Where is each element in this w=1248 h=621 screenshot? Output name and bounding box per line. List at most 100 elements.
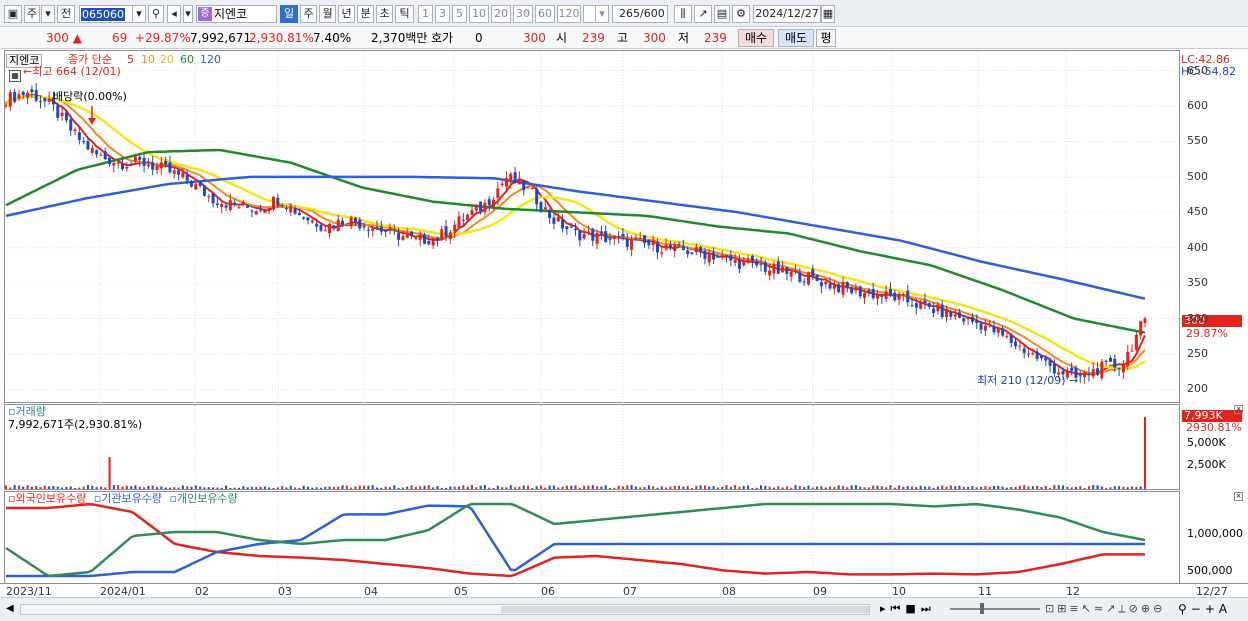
volume-bar [583, 485, 586, 489]
volume-bar [708, 486, 711, 489]
calculator-icon[interactable]: ▦ [9, 70, 21, 82]
zoom-icons[interactable]: ⚲−+A [1178, 602, 1231, 616]
volume-bar [112, 485, 115, 489]
volume-bar [647, 485, 650, 489]
volume-bar [876, 485, 879, 489]
candle-body [733, 259, 737, 263]
candle-body [686, 250, 690, 255]
candle-body [772, 264, 776, 274]
volume-bar [225, 485, 228, 489]
ma-5-label: 5 [127, 53, 134, 66]
x-axis: 2023/11 2024/01 02 03 04 05 06 07 08 09 … [0, 583, 1248, 598]
panel-close-icon[interactable]: × [1234, 405, 1243, 414]
candle-body [457, 216, 461, 228]
candle-body [871, 288, 875, 299]
volume-bar [358, 485, 361, 489]
candle-body [1070, 367, 1074, 371]
zoom-slider[interactable] [950, 608, 1040, 610]
volume-bar [298, 487, 301, 489]
candle-body [1108, 357, 1112, 362]
candle-body [1134, 334, 1138, 350]
volume-bar [790, 487, 793, 489]
volume-bar [479, 485, 482, 489]
volume-bar [246, 487, 249, 489]
candle-body [341, 220, 345, 226]
candle-body [945, 308, 949, 318]
candle-body [617, 236, 621, 238]
candle-body [768, 270, 772, 276]
volume-bar [39, 487, 42, 489]
volume-bar [1066, 486, 1069, 489]
candle-body [146, 165, 150, 167]
candle-body [819, 282, 823, 287]
volume-bar [289, 485, 292, 489]
volume-bar [1049, 487, 1052, 489]
candle-body [302, 217, 306, 219]
scrollbar-thumb[interactable] [501, 606, 869, 613]
candle-body [932, 308, 936, 313]
chart-canvas[interactable] [0, 0, 1248, 597]
candle-body [681, 246, 685, 251]
candle-body [129, 163, 133, 165]
legend-individual: ▫개인보유수량 [169, 492, 238, 505]
candle-body [919, 301, 923, 309]
candle-body [781, 266, 785, 273]
volume-bar [621, 486, 624, 489]
volume-bar [285, 487, 288, 489]
volume-bar [1053, 485, 1056, 489]
candle-body [548, 210, 552, 218]
volume-bar [639, 487, 642, 489]
volume-bar [699, 485, 702, 489]
candle-body [69, 119, 73, 131]
candle-body [953, 314, 957, 317]
candle-body [725, 255, 729, 257]
volume-bar [190, 486, 193, 489]
volume-bar [911, 486, 914, 489]
playback-controls[interactable]: ▸⏮■⏭ [880, 602, 936, 616]
candle-body [651, 240, 655, 246]
candle-body [988, 323, 992, 325]
candle-body [39, 101, 43, 103]
scroll-left-icon[interactable]: ◀ [6, 603, 14, 614]
tool-icons[interactable]: ⊡⊞≡↖≈↗⟂⊘⊕⊖ [1045, 602, 1165, 616]
candle-body [927, 303, 931, 307]
volume-bar [587, 485, 590, 489]
candle-body [271, 196, 275, 210]
volume-bar [414, 486, 417, 489]
volume-bar [898, 485, 901, 489]
institution-line [6, 504, 1145, 578]
volume-bar [13, 485, 16, 489]
volume-bar [557, 487, 560, 489]
volume-bar [242, 486, 245, 489]
candle-body [660, 252, 664, 254]
candle-body [630, 239, 634, 250]
volume-bar [143, 487, 146, 489]
volume-bar [785, 486, 788, 489]
volume-bar [678, 485, 681, 489]
volume-bar [794, 485, 797, 489]
volume-bar [941, 485, 944, 489]
volume-bar [992, 485, 995, 489]
horizontal-scrollbar[interactable] [20, 604, 870, 615]
candle-body [513, 172, 517, 184]
candle-body [483, 202, 487, 212]
candle-body [832, 284, 836, 289]
candle-body [802, 281, 806, 283]
volume-bar [332, 486, 335, 489]
candle-body [582, 234, 586, 239]
panel-close-icon-2[interactable]: × [1234, 492, 1243, 501]
volume-bar [406, 486, 409, 489]
candle-body [362, 226, 366, 228]
candle-body [806, 272, 810, 285]
volume-bar [350, 487, 353, 489]
zoom-handle[interactable] [980, 603, 984, 614]
candle-body [95, 150, 99, 155]
volume-bar [570, 485, 573, 489]
high-annotation: ←최고 664 (12/01) [23, 65, 121, 78]
candle-body [673, 243, 677, 252]
volume-bar [527, 485, 530, 489]
volume-bar [125, 485, 128, 489]
volume-bar [1001, 486, 1004, 489]
volume-bar [695, 485, 698, 489]
candle-body [306, 217, 310, 221]
